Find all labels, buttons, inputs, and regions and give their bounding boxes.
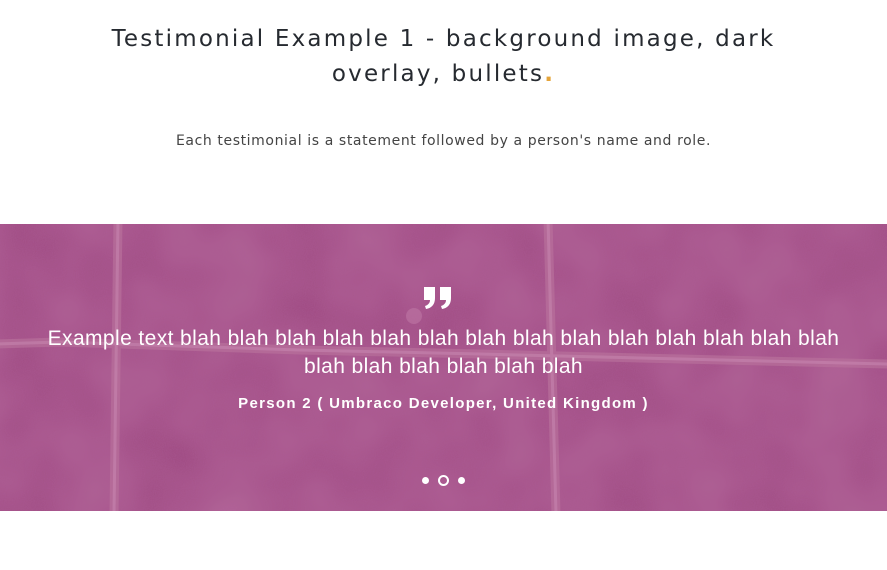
carousel-bullet-1[interactable]	[422, 476, 429, 484]
quote-icon	[424, 287, 451, 309]
testimonial-attribution: Person 2 ( Umbraco Developer, United Kin…	[238, 395, 649, 412]
carousel-bullet-2[interactable]	[438, 474, 449, 486]
section-subtitle: Each testimonial is a statement followed…	[175, 133, 712, 149]
section-title: Testimonial Example 1 - background image…	[90, 22, 797, 92]
section-title-text: Testimonial Example 1 - background image…	[111, 26, 776, 87]
title-accent-dot: .	[544, 61, 556, 87]
page: Testimonial Example 1 - background image…	[0, 0, 887, 570]
carousel-bullet-3[interactable]	[458, 476, 465, 484]
testimonial-quote: Example text blah blah blah blah blah bl…	[47, 327, 840, 378]
carousel-bullets	[0, 473, 887, 487]
testimonial-carousel: Example text blah blah blah blah blah bl…	[0, 224, 887, 511]
